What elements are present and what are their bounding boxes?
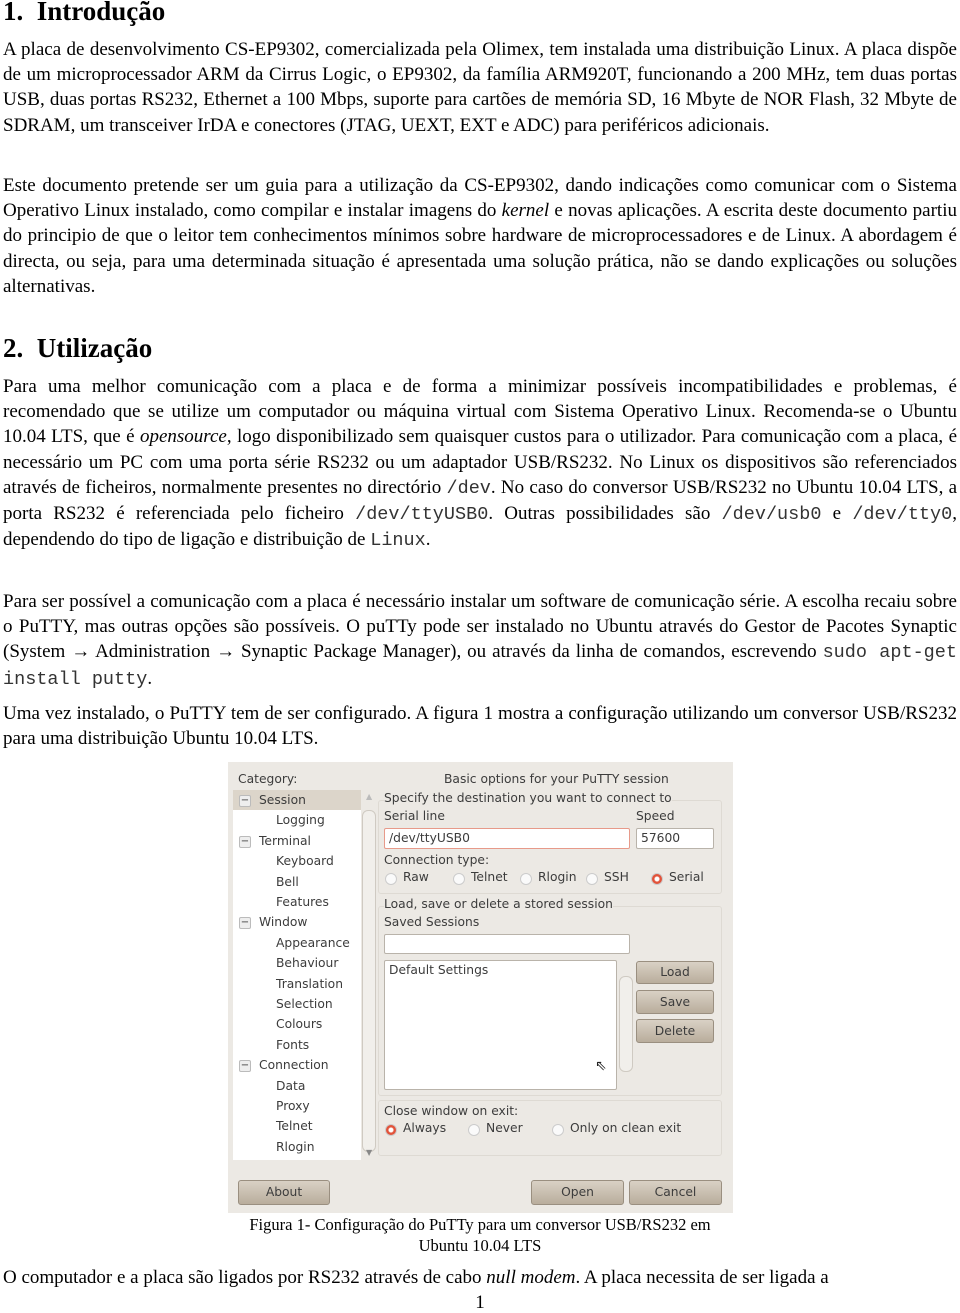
tree-item[interactable]: Terminal bbox=[259, 834, 311, 848]
scroll-down-icon[interactable]: ▼ bbox=[366, 1148, 372, 1157]
text-segment: . Outras possibilidades são bbox=[488, 503, 722, 525]
radio-button[interactable] bbox=[520, 873, 532, 885]
scroll-up-icon[interactable]: ▲ bbox=[366, 792, 372, 801]
connection-type-label: Connection type: bbox=[384, 853, 490, 867]
tree-item[interactable]: Appearance bbox=[276, 936, 350, 950]
collapse-icon[interactable]: − bbox=[239, 917, 251, 930]
close-window-label: Close window on exit: bbox=[384, 1104, 519, 1118]
radio-label[interactable]: Rlogin bbox=[538, 870, 577, 884]
text-segment: . bbox=[425, 529, 431, 551]
figure-caption-line-2: Ubuntu 10.04 LTS bbox=[418, 1236, 542, 1255]
category-label: Category: bbox=[238, 772, 298, 786]
section-title: Introdução bbox=[36, 0, 166, 26]
tree-item[interactable]: Data bbox=[276, 1079, 305, 1093]
speed-input[interactable]: 57600 bbox=[636, 828, 714, 849]
radio-label[interactable]: SSH bbox=[604, 870, 629, 884]
collapse-icon[interactable]: − bbox=[239, 795, 251, 807]
tree-item[interactable]: Keyboard bbox=[276, 854, 334, 868]
serial-line-input[interactable]: /dev/ttyUSB0 bbox=[384, 828, 630, 849]
save-button[interactable]: Save bbox=[636, 990, 714, 1014]
collapse-icon[interactable]: − bbox=[239, 1060, 251, 1073]
tree-item[interactable]: Rlogin bbox=[276, 1140, 315, 1154]
tree-scrollbar[interactable] bbox=[362, 810, 376, 1152]
cancel-button[interactable]: Cancel bbox=[629, 1180, 722, 1205]
radio-label[interactable]: Serial bbox=[669, 870, 704, 884]
inline-code: Linux bbox=[370, 530, 426, 552]
serial-line-label: Serial line bbox=[384, 809, 445, 823]
open-button[interactable]: Open bbox=[531, 1180, 624, 1205]
section-title: Utilização bbox=[36, 333, 153, 363]
tree-item[interactable]: Selection bbox=[276, 997, 333, 1011]
tree-item[interactable]: Fonts bbox=[276, 1038, 309, 1052]
speed-label: Speed bbox=[636, 809, 675, 823]
tree-item[interactable]: Translation bbox=[276, 977, 343, 991]
load-button[interactable]: Load bbox=[636, 961, 714, 984]
section-number: 1. bbox=[3, 0, 24, 26]
inline-code: /dev/ttyUSB0 bbox=[355, 504, 489, 526]
saved-sessions-input[interactable] bbox=[384, 934, 630, 954]
mouse-cursor-icon: ⇖ bbox=[595, 1058, 607, 1074]
radio-label[interactable]: Only on clean exit bbox=[570, 1121, 681, 1135]
section-heading-2: 2. Utilização bbox=[3, 333, 152, 363]
tree-item[interactable]: Logging bbox=[276, 813, 325, 827]
figure-caption-line-1: Figura 1- Configuração do PuTTy para um … bbox=[249, 1215, 711, 1234]
tree-item[interactable]: Window bbox=[259, 915, 308, 929]
inline-code: /dev bbox=[446, 477, 491, 499]
session-group-label: Load, save or delete a stored session bbox=[384, 897, 613, 911]
paragraph: A placa de desenvolvimento CS-EP9302, co… bbox=[3, 37, 957, 138]
category-tree: − Session Logging − Terminal Keyboard Bell Feat… bbox=[233, 790, 361, 1160]
tree-item[interactable]: Features bbox=[276, 895, 329, 909]
italic-text: kernel bbox=[501, 200, 550, 222]
tree-item[interactable]: Proxy bbox=[276, 1099, 310, 1113]
section-heading-1: 1. Introdução bbox=[3, 0, 165, 26]
paragraph: Para uma melhor comunicação com a placa … bbox=[3, 374, 957, 553]
paragraph: Uma vez instalado, o PuTTY tem de ser co… bbox=[3, 701, 957, 751]
italic-text: null modem bbox=[486, 1267, 576, 1288]
text-segment: e bbox=[821, 503, 853, 525]
inline-code: /dev/usb0 bbox=[721, 504, 822, 526]
tree-item[interactable]: Telnet bbox=[276, 1119, 313, 1133]
tree-item[interactable]: Bell bbox=[276, 875, 299, 889]
sessions-list[interactable]: Default Settings bbox=[384, 960, 617, 1090]
tree-item[interactable]: Colours bbox=[276, 1017, 322, 1031]
panel-title: Basic options for your PuTTY session bbox=[444, 772, 669, 786]
paragraph: O computador e a placa são ligados por R… bbox=[3, 1265, 957, 1290]
italic-text: opensource bbox=[139, 426, 227, 448]
text-segment: Uma vez instalado, o PuTTY tem de ser co… bbox=[3, 703, 957, 750]
radio-label[interactable]: Never bbox=[486, 1121, 523, 1135]
radio-label[interactable]: Raw bbox=[403, 870, 429, 884]
radio-button[interactable] bbox=[385, 1124, 397, 1136]
radio-button[interactable] bbox=[453, 873, 465, 885]
delete-button[interactable]: Delete bbox=[636, 1019, 714, 1043]
session-item[interactable]: Default Settings bbox=[389, 963, 612, 977]
radio-button[interactable] bbox=[468, 1124, 480, 1136]
tree-item[interactable]: Behaviour bbox=[276, 956, 338, 970]
text-segment: . A placa necessita de ser ligada a bbox=[575, 1267, 829, 1288]
tree-item[interactable]: Connection bbox=[259, 1058, 329, 1072]
inline-code: /dev/tty0 bbox=[852, 504, 953, 526]
collapse-icon[interactable]: − bbox=[239, 835, 251, 848]
paragraph: Este documento pretende ser um guia para… bbox=[3, 173, 957, 299]
about-button[interactable]: About bbox=[238, 1180, 330, 1205]
radio-label[interactable]: Telnet bbox=[471, 870, 508, 884]
putty-configuration-figure: Category: − Session Logging − Terminal Keyboa… bbox=[228, 762, 733, 1213]
tree-item[interactable]: Session bbox=[259, 793, 306, 807]
text-segment: Para ser possível a comunicação com a pl… bbox=[3, 591, 957, 663]
radio-button[interactable] bbox=[552, 1124, 564, 1136]
sessions-scrollbar[interactable] bbox=[619, 976, 633, 1072]
text-segment: . bbox=[147, 667, 153, 689]
radio-button[interactable] bbox=[385, 873, 397, 885]
destination-label: Specify the destination you want to conn… bbox=[384, 791, 672, 805]
page-number: 1 bbox=[475, 1292, 485, 1313]
saved-sessions-label: Saved Sessions bbox=[384, 915, 480, 929]
radio-label[interactable]: Always bbox=[403, 1121, 446, 1135]
section-number: 2. bbox=[3, 333, 24, 363]
paragraph: Para ser possível a comunicação com a pl… bbox=[3, 589, 957, 692]
radio-button[interactable] bbox=[651, 873, 663, 885]
text-segment: O computador e a placa são ligados por R… bbox=[3, 1267, 487, 1288]
text-segment: A placa de desenvolvimento CS-EP9302, co… bbox=[3, 39, 957, 136]
radio-button[interactable] bbox=[586, 873, 598, 885]
